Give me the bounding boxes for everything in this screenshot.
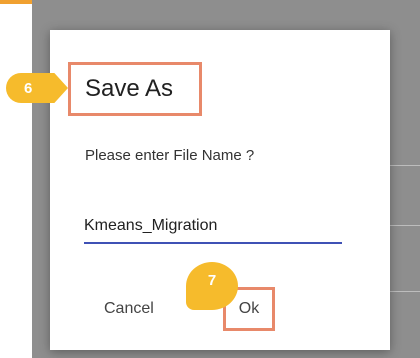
dialog-title: Save As bbox=[85, 75, 174, 102]
file-name-prompt: Please enter File Name ? bbox=[85, 147, 255, 164]
background-divider bbox=[386, 291, 420, 292]
dialog-title-highlight: Save As bbox=[68, 62, 202, 116]
file-name-input[interactable] bbox=[84, 212, 342, 244]
cancel-button[interactable]: Cancel bbox=[104, 296, 174, 322]
background-divider bbox=[386, 165, 420, 166]
step-number: 6 bbox=[24, 79, 33, 97]
ok-button[interactable]: Ok bbox=[239, 300, 259, 318]
step-number: 7 bbox=[207, 272, 217, 289]
background-divider bbox=[386, 225, 420, 226]
step-marker-7: 7 bbox=[186, 262, 238, 310]
